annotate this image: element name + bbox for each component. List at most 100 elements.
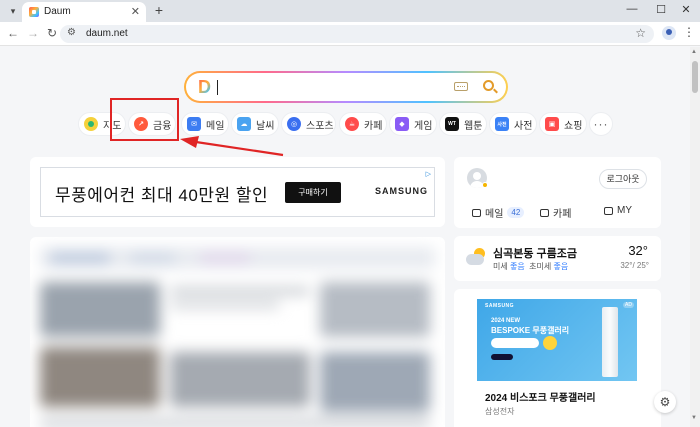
annotation-highlight-box bbox=[110, 98, 179, 141]
blurred-content bbox=[30, 237, 445, 427]
scroll-up-icon[interactable]: ▲ bbox=[691, 49, 697, 55]
promo-ad-badge: AD bbox=[623, 302, 634, 308]
maximize-icon[interactable]: ☐ bbox=[651, 3, 671, 16]
cafe-link[interactable]: 카페 bbox=[540, 205, 571, 220]
service-label: 메일 bbox=[206, 120, 225, 132]
search-box[interactable]: D bbox=[184, 71, 508, 103]
url-text[interactable]: daum.net bbox=[86, 28, 128, 39]
promo-image[interactable]: SAMSUNG AD 2024 NEW BESPOKE 무풍갤러리 bbox=[477, 299, 637, 381]
sports-icon: ◎ bbox=[287, 117, 301, 131]
promo-cta-pill bbox=[491, 354, 513, 360]
page-scrollbar[interactable]: ▲ ▼ bbox=[690, 47, 700, 427]
ad-brand: SAMSUNG bbox=[375, 186, 429, 196]
service-sports[interactable]: ◎ 스포츠 bbox=[281, 112, 336, 136]
browser-toolbar: ← → ↻ ⚙ daum.net ☆ ⋮ bbox=[0, 22, 700, 46]
my-link[interactable]: MY bbox=[604, 205, 632, 216]
bookmark-star-icon[interactable]: ☆ bbox=[635, 26, 646, 40]
service-shopping[interactable]: ▣ 쇼핑 bbox=[539, 112, 587, 136]
product-image bbox=[602, 307, 618, 377]
tab-strip: ▾ Daum ✕ + — ☐ ✕ bbox=[0, 0, 700, 22]
promo-price-pill bbox=[491, 338, 539, 348]
site-info-icon[interactable]: ⚙ bbox=[67, 27, 76, 38]
avatar-status-dot bbox=[482, 182, 488, 188]
reload-icon[interactable]: ↻ bbox=[45, 26, 59, 40]
service-weather[interactable]: ☁ 날씨 bbox=[231, 112, 279, 136]
page-content: D 지도 ↗ 금융 ✉ 메일 ☁ 날씨 ◎ 스포츠 ☕ 카페 ◆ 게임 WT 웹… bbox=[0, 47, 690, 427]
mail-icon bbox=[472, 208, 481, 217]
window-close-icon[interactable]: ✕ bbox=[676, 3, 696, 16]
address-bar[interactable]: ⚙ daum.net ☆ bbox=[60, 25, 654, 43]
back-arrow-icon[interactable]: ← bbox=[6, 26, 20, 40]
settings-gear-icon[interactable]: ⚙ bbox=[654, 391, 676, 413]
top-ad-card[interactable]: 무풍에어컨 최대 40만원 할인 구매하기 SAMSUNG ▷ bbox=[30, 157, 445, 227]
weather-location: 심곡본동 구름조금 bbox=[493, 248, 578, 260]
service-cafe[interactable]: ☕ 카페 bbox=[339, 112, 387, 136]
map-pin-icon bbox=[84, 117, 98, 131]
daum-logo-icon: D bbox=[198, 78, 215, 97]
dust-label: 미세 bbox=[493, 262, 508, 271]
promo-product-name: BESPOKE 무풍갤러리 bbox=[491, 326, 570, 335]
promo-title[interactable]: 2024 비스포크 무풍갤러리 bbox=[485, 389, 596, 404]
weather-card[interactable]: 심곡본동 구름조금 미세 좋음 초미세 좋음 32° 32°/ 25° bbox=[454, 236, 661, 281]
service-label: 쇼핑 bbox=[564, 120, 583, 132]
search-icon[interactable] bbox=[483, 80, 494, 91]
person-icon bbox=[604, 206, 613, 215]
cafe-cup-icon bbox=[540, 208, 549, 217]
temperature-range: 32°/ 25° bbox=[620, 261, 649, 270]
tab-title: Daum bbox=[44, 6, 71, 17]
tab-daum[interactable]: Daum ✕ bbox=[22, 2, 146, 22]
service-label: 날씨 bbox=[256, 120, 275, 132]
mail-link[interactable]: 메일 42 bbox=[472, 205, 525, 220]
tab-close-icon[interactable]: ✕ bbox=[131, 5, 140, 18]
ad-buy-button[interactable]: 구매하기 bbox=[285, 182, 341, 203]
service-mail[interactable]: ✉ 메일 bbox=[181, 112, 229, 136]
logout-button[interactable]: 로그아웃 bbox=[599, 169, 647, 189]
more-dots-icon: ··· bbox=[593, 117, 609, 131]
cloud-icon: ☁ bbox=[237, 117, 251, 131]
news-feed-blurred bbox=[30, 237, 445, 427]
login-card: 로그아웃 메일 42 카페 MY bbox=[454, 157, 661, 228]
mail-label: 메일 bbox=[485, 209, 504, 220]
daum-favicon-icon bbox=[29, 7, 39, 17]
ad-choices-icon[interactable]: ▷ bbox=[426, 170, 431, 178]
more-services-button[interactable]: ··· bbox=[589, 112, 613, 136]
cafe-label: 카페 bbox=[553, 209, 572, 220]
service-game[interactable]: ◆ 게임 bbox=[389, 112, 437, 136]
promo-year: 2024 NEW bbox=[491, 318, 521, 324]
fine-dust-value: 좋음 bbox=[553, 262, 569, 271]
promo-advertiser: 삼성전자 bbox=[485, 407, 515, 416]
partly-cloudy-icon bbox=[466, 248, 486, 268]
promo-brand: SAMSUNG bbox=[485, 303, 515, 309]
service-webtoon[interactable]: WT 웹툰 bbox=[439, 112, 487, 136]
browser-menu-kebab-icon[interactable]: ⋮ bbox=[683, 25, 695, 39]
forward-arrow-icon[interactable]: → bbox=[26, 26, 40, 40]
my-label: MY bbox=[617, 205, 632, 216]
mail-count-badge: 42 bbox=[507, 207, 525, 218]
promo-card[interactable]: SAMSUNG AD 2024 NEW BESPOKE 무풍갤러리 2024 비… bbox=[454, 289, 661, 427]
service-label: 스포츠 bbox=[306, 120, 334, 132]
webtoon-icon: WT bbox=[445, 117, 459, 131]
ad-banner[interactable]: 무풍에어컨 최대 40만원 할인 구매하기 SAMSUNG ▷ bbox=[40, 167, 435, 217]
fine-dust-label: 초미세 bbox=[529, 262, 552, 271]
service-dictionary[interactable]: 사전 사전 bbox=[489, 112, 537, 136]
air-quality: 미세 좋음 초미세 좋음 bbox=[493, 261, 568, 272]
dust-value: 좋음 bbox=[509, 262, 525, 271]
new-tab-plus-icon[interactable]: + bbox=[151, 2, 167, 18]
cafe-icon: ☕ bbox=[345, 117, 359, 131]
minimize-icon[interactable]: — bbox=[622, 3, 642, 15]
service-label: 게임 bbox=[414, 120, 433, 132]
current-temperature: 32° bbox=[628, 243, 648, 258]
service-label: 카페 bbox=[364, 120, 383, 132]
tab-search-chevron-down-icon[interactable]: ▾ bbox=[6, 4, 20, 18]
ad-headline: 무풍에어컨 최대 40만원 할인 bbox=[55, 186, 269, 205]
search-caret bbox=[217, 80, 218, 95]
promo-sale-badge bbox=[543, 336, 557, 350]
game-icon: ◆ bbox=[395, 117, 409, 131]
mail-icon: ✉ bbox=[187, 117, 201, 131]
keyboard-icon[interactable] bbox=[454, 82, 468, 91]
service-label: 웹툰 bbox=[464, 120, 483, 132]
profile-icon[interactable] bbox=[662, 26, 676, 40]
scroll-thumb[interactable] bbox=[692, 61, 698, 93]
scroll-down-icon[interactable]: ▼ bbox=[691, 415, 697, 421]
service-label: 사전 bbox=[514, 120, 533, 132]
